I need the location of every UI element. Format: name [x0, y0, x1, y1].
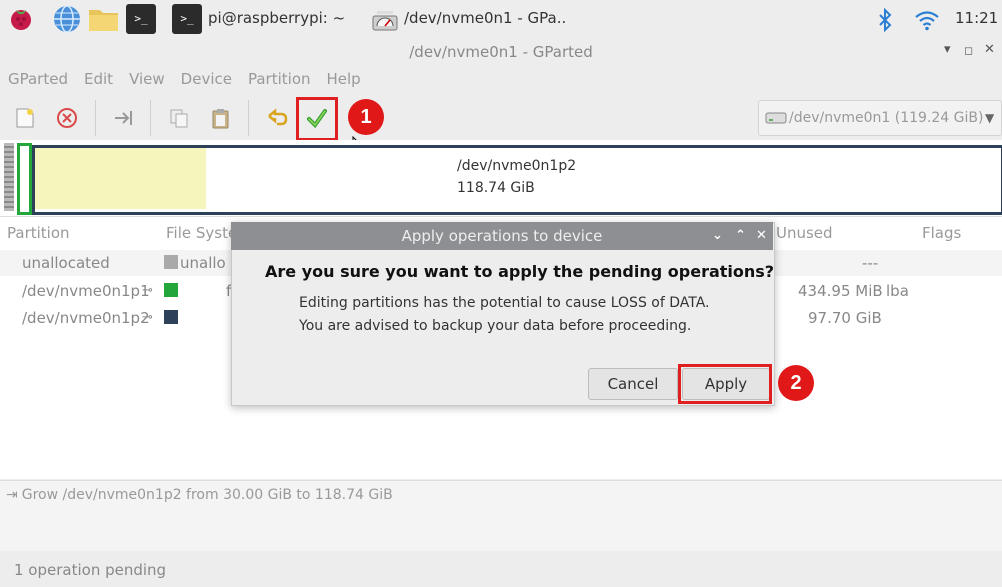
pending-operation[interactable]: ⇥ Grow /dev/nvme0n1p2 from 30.00 GiB to 1…	[6, 487, 393, 503]
menu-help[interactable]: Help	[327, 70, 361, 88]
filesystem-color-swatch	[164, 283, 178, 297]
window-title: /dev/nvme0n1 - GParted	[409, 43, 593, 61]
dialog-maximize-icon[interactable]: ⌃	[735, 228, 746, 243]
map-partition-name: /dev/nvme0n1p2	[457, 158, 577, 174]
file-manager-icon[interactable]	[88, 4, 118, 34]
close-icon[interactable]: ✕	[984, 42, 995, 57]
terminal-window-label[interactable]: pi@raspberrypi: ~	[208, 9, 345, 27]
menu-gparted[interactable]: GParted	[8, 70, 68, 88]
resize-operation-icon: ⇥	[6, 487, 18, 503]
dialog-title: Apply operations to device	[231, 222, 773, 250]
toolbar-separator	[150, 100, 151, 136]
row-partition[interactable]: /dev/nvme0n1p2	[22, 309, 150, 327]
chevron-down-icon: ▼	[985, 111, 995, 125]
toolbar-separator	[95, 100, 96, 136]
row-partition[interactable]: /dev/nvme0n1p1	[22, 282, 150, 300]
resize-move-icon[interactable]	[108, 103, 138, 133]
dialog-warning-line2: You are advised to backup your data befo…	[299, 318, 692, 334]
row-partition: unallocated	[22, 254, 110, 272]
menu-view[interactable]: View	[129, 70, 165, 88]
menu-device[interactable]: Device	[181, 70, 232, 88]
gparted-app-icon[interactable]	[372, 10, 398, 32]
clock[interactable]: 11:21	[955, 9, 998, 27]
column-header-filesystem[interactable]: File Syste	[166, 224, 237, 242]
status-bar-text: 1 operation pending	[14, 561, 167, 579]
bluetooth-icon[interactable]	[876, 7, 894, 37]
dialog-minimize-icon[interactable]: ⌄	[712, 228, 723, 243]
map-unallocated-edge[interactable]	[4, 143, 14, 211]
step-badge-2: 2	[778, 365, 814, 401]
map-partition-p1[interactable]	[17, 143, 32, 215]
minimize-icon[interactable]: ▾	[944, 42, 951, 57]
key-icon: ⊸	[142, 283, 153, 298]
dialog-warning-line1: Editing partitions has the potential to …	[299, 295, 710, 311]
column-header-partition[interactable]: Partition	[7, 224, 70, 242]
terminal-icon[interactable]: >_	[126, 4, 156, 34]
row-filesystem: unallo	[180, 254, 226, 272]
terminal-window-icon[interactable]: >_	[172, 4, 202, 34]
apply-button-highlight	[296, 97, 338, 141]
column-header-unused[interactable]: Unused	[776, 224, 833, 242]
pending-operation-text: Grow /dev/nvme0n1p2 from 30.00 GiB to 11…	[21, 487, 393, 503]
dialog-close-icon[interactable]: ✕	[756, 228, 767, 243]
map-partition-p2-used	[35, 148, 206, 209]
web-browser-icon[interactable]	[52, 4, 82, 34]
cancel-button[interactable]: Cancel	[588, 368, 678, 400]
menu-edit[interactable]: Edit	[84, 70, 113, 88]
row-unused: ---	[862, 254, 879, 272]
new-partition-icon[interactable]	[10, 103, 40, 133]
gparted-window-label[interactable]: /dev/nvme0n1 - GPa..	[404, 9, 566, 27]
step-badge-1: 1	[348, 99, 384, 135]
device-selector-value: /dev/nvme0n1 (119.24 GiB)	[789, 110, 984, 126]
filesystem-color-swatch	[164, 310, 178, 324]
toolbar-separator	[248, 100, 249, 136]
wifi-icon[interactable]	[914, 9, 940, 35]
undo-icon[interactable]	[262, 103, 292, 133]
copy-icon[interactable]	[164, 103, 194, 133]
maximize-icon[interactable]: ◻	[964, 44, 973, 57]
map-partition-size: 118.74 GiB	[457, 180, 535, 196]
filesystem-color-swatch	[164, 255, 178, 269]
delete-partition-icon[interactable]	[52, 103, 82, 133]
key-icon: ⊸	[142, 310, 153, 325]
apply-dialog-button-highlight	[678, 364, 772, 404]
row-unused: 434.95 MiB	[798, 282, 883, 300]
menubar: GParted Edit View Device Partition Help	[0, 70, 369, 94]
row-unused: 97.70 GiB	[808, 309, 882, 327]
dialog-question: Are you sure you want to apply the pendi…	[265, 262, 775, 281]
row-flags: lba	[886, 282, 909, 300]
device-selector[interactable]: /dev/nvme0n1 (119.24 GiB) ▼	[758, 100, 1002, 136]
raspberry-menu-icon[interactable]	[6, 4, 36, 34]
menu-partition[interactable]: Partition	[248, 70, 311, 88]
paste-icon[interactable]	[206, 103, 236, 133]
column-header-flags[interactable]: Flags	[922, 224, 961, 242]
